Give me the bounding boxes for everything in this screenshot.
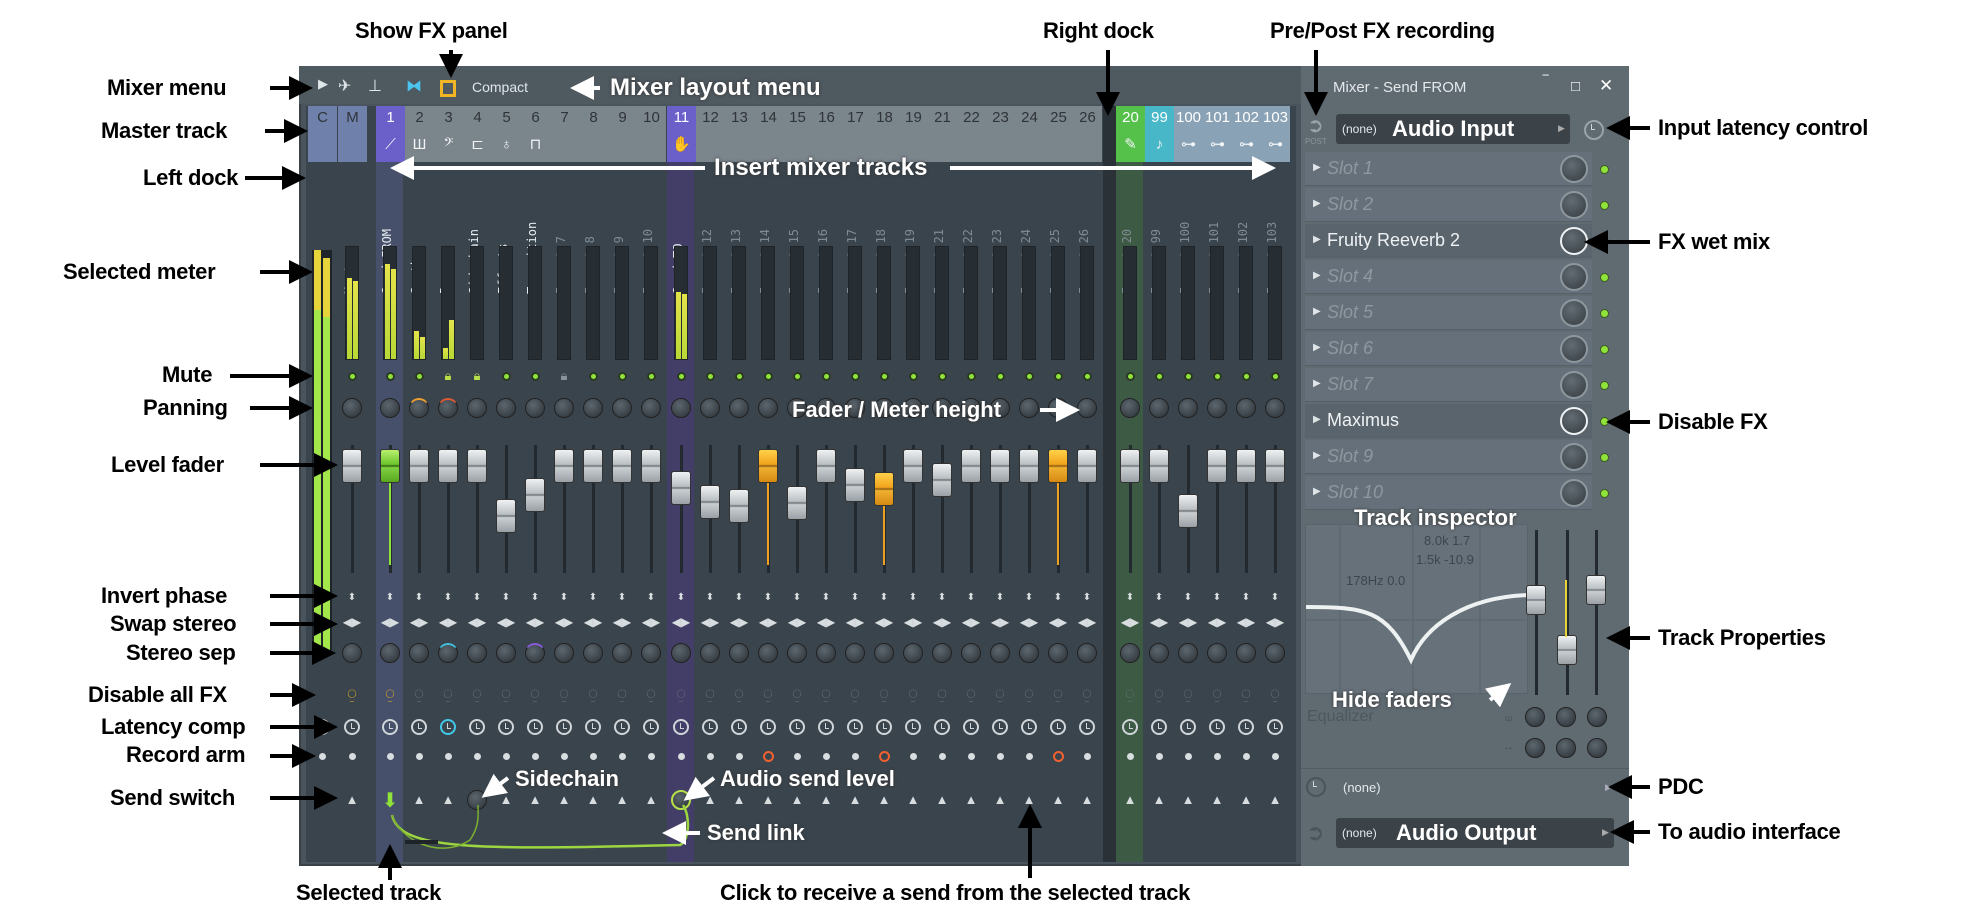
annotation-master-track: Master track [101,118,228,143]
annotation-hide-faders: Hide faders [1332,687,1452,712]
annotation-mixer-menu: Mixer menu [107,75,227,100]
annotation-track-properties: Track Properties [1658,625,1826,650]
annotation-left-dock: Left dock [143,165,239,190]
annotation-stereo-sep: Stereo sep [126,640,236,665]
annotation-click-receive: Click to receive a send from the selecte… [720,880,1191,905]
annotation-mixer-layout-menu: Mixer layout menu [610,74,821,101]
annotation-selected-track: Selected track [296,880,441,905]
annotation-latency-comp: Latency comp [101,714,246,739]
annotation-input-latency: Input latency control [1658,115,1869,140]
annotation-show-fx-panel: Show FX panel [355,18,508,43]
annotation-fader-meter-height: Fader / Meter height [792,397,1002,422]
annotation-track-inspector: Track inspector [1354,505,1517,530]
annotation-fx-wet-mix: FX wet mix [1658,229,1770,254]
annotation-panning: Panning [143,395,228,420]
annotation-disable-fx: Disable FX [1658,409,1768,434]
annotation-right-dock: Right dock [1043,18,1154,43]
annotation-swap-stereo: Swap stereo [110,611,237,636]
annotation-insert-mixer-tracks: Insert mixer tracks [714,154,928,181]
annotation-disable-all-fx: Disable all FX [88,682,227,707]
annotation-invert-phase: Invert phase [101,583,228,608]
annotation-record-arm: Record arm [126,742,246,767]
annotation-pre-post: Pre/Post FX recording [1270,18,1495,43]
annotation-level-fader: Level fader [111,452,224,477]
annotation-selected-meter: Selected meter [63,259,216,284]
annotation-mute: Mute [162,362,213,387]
annotation-audio-send-level: Audio send level [720,766,895,791]
annotation-pdc: PDC [1658,774,1704,799]
annotation-to-audio-interface: To audio interface [1658,819,1841,844]
annotation-send-switch: Send switch [110,785,236,810]
annotation-sidechain: Sidechain [515,766,619,791]
annotation-send-link: Send link [707,820,805,845]
